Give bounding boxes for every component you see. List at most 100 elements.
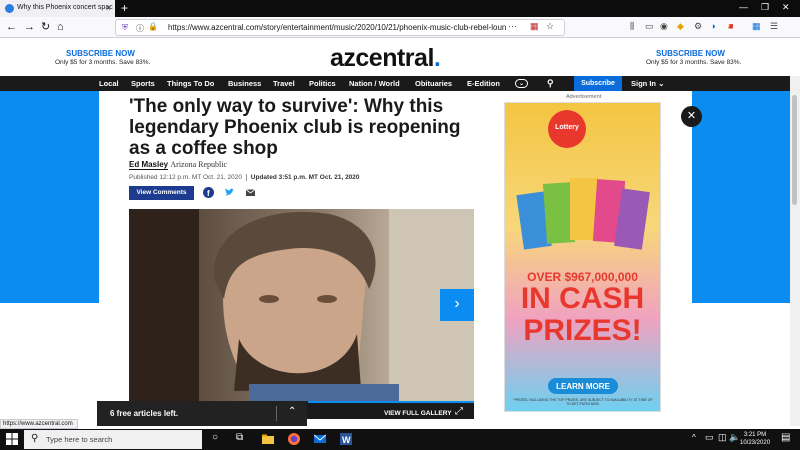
article-photo[interactable] xyxy=(129,209,474,401)
sign-in-link[interactable]: Sign In ⌄ xyxy=(631,79,664,88)
browser-tab-bar: Why this Phoenix concert spac × + — ❐ ✕ xyxy=(0,0,800,17)
close-ad-icon[interactable]: ✕ xyxy=(681,106,702,127)
site-logo[interactable]: azcentral. xyxy=(330,44,441,73)
right-side-panel xyxy=(692,91,790,303)
tray-chevron-icon[interactable]: ^ xyxy=(692,433,696,442)
minimize-icon[interactable]: — xyxy=(739,2,748,12)
account-icon[interactable]: ◉ xyxy=(660,21,668,31)
facebook-icon[interactable]: f xyxy=(203,187,214,198)
svg-text:f: f xyxy=(207,189,210,198)
updated-date: Updated 3:51 p.m. MT Oct. 21, 2020 xyxy=(245,174,360,181)
left-side-panel xyxy=(0,91,99,303)
search-icon[interactable]: ⚲ xyxy=(547,78,554,89)
window-close-icon[interactable]: ✕ xyxy=(782,2,790,13)
forward-icon[interactable]: → xyxy=(24,21,35,33)
lock-icon[interactable]: 🔒 xyxy=(148,22,158,31)
published-date: Published 12:12 p.m. MT Oct. 21, 2020 xyxy=(129,174,242,181)
site-favicon-icon xyxy=(5,4,14,13)
task-view-icon[interactable]: ⧉ xyxy=(236,432,243,443)
browser-tab[interactable]: Why this Phoenix concert spac × xyxy=(0,0,115,17)
flag-icon[interactable]: ▦ xyxy=(530,21,539,31)
photo-portrait xyxy=(129,209,474,401)
lottery-brand: Lottery xyxy=(555,124,579,131)
tab-title: Why this Phoenix concert spac xyxy=(17,4,113,11)
badge-count: 3 xyxy=(726,23,730,29)
expand-icon[interactable]: ⤢ xyxy=(455,406,463,417)
nav-item-e-edition[interactable]: E-Edition xyxy=(467,79,500,88)
email-icon[interactable] xyxy=(245,187,256,198)
nav-item-travel[interactable]: Travel xyxy=(273,79,295,88)
article-dates: Published 12:12 p.m. MT Oct. 21, 2020 Up… xyxy=(129,174,360,181)
section-nav: Local Sports Things To Do Business Trave… xyxy=(0,76,800,91)
clock-time: 3:21 PM xyxy=(743,432,767,438)
nav-item-obituaries[interactable]: Obituaries xyxy=(415,79,452,88)
site-header: SUBSCRIBE NOW Only $5 for 3 months. Save… xyxy=(0,38,800,76)
reload-icon[interactable]: ↻ xyxy=(41,21,50,33)
subscribe-now-link[interactable]: SUBSCRIBE NOW xyxy=(66,49,135,58)
notifications-icon[interactable]: ▤ xyxy=(781,432,790,443)
sign-in-label: Sign In xyxy=(631,79,656,88)
article-headline: 'The only way to survive': Why this lege… xyxy=(129,96,461,159)
more-chevron-icon[interactable]: ⌄ xyxy=(515,79,529,88)
close-tab-icon[interactable]: × xyxy=(106,3,111,13)
next-photo-button[interactable]: › xyxy=(440,289,474,321)
nav-item-business[interactable]: Business xyxy=(228,79,261,88)
windows-start-icon[interactable] xyxy=(6,433,18,445)
ad-headline-2: PRIZES! xyxy=(523,314,642,347)
view-full-gallery-link[interactable]: VIEW FULL GALLERY xyxy=(384,410,452,417)
search-icon: ⚲ xyxy=(31,433,39,444)
battery-icon[interactable]: ▭ xyxy=(705,432,714,443)
twitter-icon[interactable] xyxy=(224,187,235,198)
nav-item-things-to-do[interactable]: Things To Do xyxy=(167,79,214,88)
gear-icon[interactable]: ⚙ xyxy=(694,21,702,31)
bookmark-star-icon[interactable]: ☆ xyxy=(546,21,554,31)
cortana-icon[interactable]: ○ xyxy=(212,432,218,443)
view-comments-button[interactable]: View Comments xyxy=(129,186,194,200)
subscribe-now-link-right[interactable]: SUBSCRIBE NOW xyxy=(656,49,725,58)
nav-item-politics[interactable]: Politics xyxy=(309,79,336,88)
chevron-up-icon[interactable]: ⌃ xyxy=(288,406,296,417)
publication-name: Arizona Republic xyxy=(170,160,228,169)
maximize-icon[interactable]: ❐ xyxy=(761,2,769,13)
menu-icon[interactable]: ☰ xyxy=(770,21,778,31)
shield-icon[interactable]: ⛨ xyxy=(122,23,128,33)
ad-headline-1: IN CASH xyxy=(520,282,645,315)
url-bar[interactable]: ⛨ ⓘ 🔒 https://www.azcentral.com/story/en… xyxy=(115,19,565,36)
mail-icon[interactable] xyxy=(314,433,326,445)
info-icon[interactable]: ⓘ xyxy=(136,23,144,34)
back-icon[interactable]: ← xyxy=(6,21,17,33)
scrollbar-thumb[interactable] xyxy=(792,95,797,205)
library-icon[interactable]: ⫼ xyxy=(630,21,634,31)
logo-text: azcentral xyxy=(330,44,434,72)
new-tab-icon[interactable]: + xyxy=(121,1,128,15)
extension-icon[interactable]: ◆ xyxy=(677,21,684,31)
status-url: https://www.azcentral.com xyxy=(0,419,78,429)
subscribe-button[interactable]: Subscribe xyxy=(574,76,622,91)
subscribe-offer-right: Only $5 for 3 months. Save 83%. xyxy=(646,59,742,66)
clock-date: 10/23/2020 xyxy=(740,440,771,446)
firefox-icon[interactable] xyxy=(288,433,300,445)
nav-item-nation-world[interactable]: Nation / World xyxy=(349,79,400,88)
chevron-down-icon: ⌄ xyxy=(658,79,665,88)
home-icon[interactable]: ⌂ xyxy=(57,21,64,33)
volume-icon[interactable]: 🔈 xyxy=(729,432,740,443)
sidebar-icon[interactable]: ▭ xyxy=(645,21,654,31)
file-explorer-icon[interactable] xyxy=(262,433,274,445)
learn-more-button[interactable]: LEARN MORE xyxy=(548,378,618,394)
notification-badge-icon[interactable]: ■3 xyxy=(726,21,737,33)
chevron-right-icon: › xyxy=(454,295,460,312)
grid-icon[interactable]: ▦ xyxy=(752,21,761,31)
subscribe-offer: Only $5 for 3 months. Save 83%. xyxy=(55,59,151,66)
pocket-icon[interactable]: ◗ xyxy=(711,21,716,31)
scratch-tickets-image xyxy=(516,178,650,250)
nav-item-local[interactable]: Local xyxy=(99,79,119,88)
author-link[interactable]: Ed Masley xyxy=(129,160,169,170)
word-icon[interactable]: W xyxy=(340,433,352,445)
taskbar-search-input[interactable]: ⚲ Type here to search xyxy=(24,430,202,449)
page-actions-icon[interactable]: ··· xyxy=(508,21,517,31)
taskbar-clock[interactable]: 3:21 PM 10/23/2020 xyxy=(740,431,770,447)
nav-item-sports[interactable]: Sports xyxy=(131,79,155,88)
url-text: https://www.azcentral.com/story/entertai… xyxy=(168,23,507,32)
ad-fine-print: *PRIZES, INCLUDING THE TOP PRIZES, ARE S… xyxy=(513,398,653,406)
network-icon[interactable]: ◫ xyxy=(718,432,727,443)
